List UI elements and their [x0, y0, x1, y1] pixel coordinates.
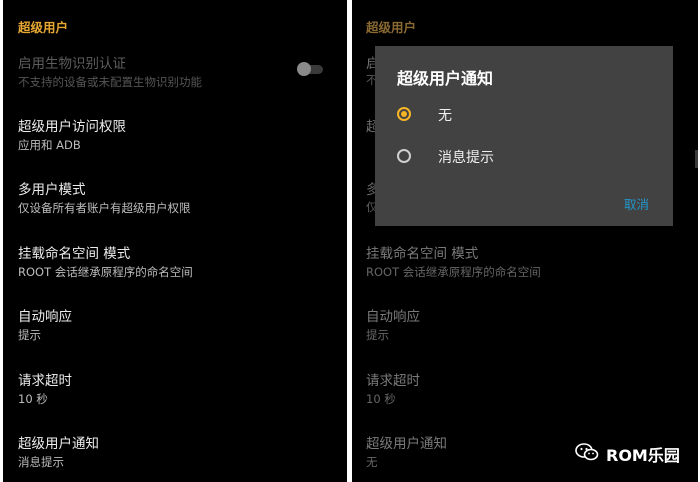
- setting-title: 挂载命名空间 模式: [366, 246, 479, 262]
- dialog-title: 超级用户通知: [397, 69, 494, 88]
- setting-mount-namespace[interactable]: 挂载命名空间 模式 ROOT 会话继承原程序的命名空间: [366, 245, 666, 280]
- scrollbar[interactable]: [695, 150, 698, 168]
- radio-selected-icon: [397, 107, 411, 121]
- setting-auto-response[interactable]: 自动响应 提示: [18, 308, 318, 343]
- radio-unselected-icon: [397, 149, 411, 163]
- setting-title: 多用户模式: [18, 182, 86, 198]
- setting-title: 自动响应: [366, 309, 420, 325]
- setting-mount-namespace[interactable]: 挂载命名空间 模式 ROOT 会话继承原程序的命名空间: [18, 245, 318, 280]
- setting-subtitle: 消息提示: [18, 455, 64, 469]
- setting-subtitle: 应用和 ADB: [18, 138, 81, 152]
- settings-screen-right: 超级用户 启 不 超 多 仅 挂载命名空间 模式 ROOT 会话继承原程序的命名…: [352, 0, 698, 482]
- setting-subtitle: ROOT 会话继承原程序的命名空间: [366, 265, 541, 279]
- wechat-icon: [575, 443, 599, 461]
- setting-request-timeout[interactable]: 请求超时 10 秒: [366, 372, 666, 407]
- option-label: 消息提示: [438, 150, 494, 166]
- setting-subtitle: 提示: [366, 328, 389, 342]
- setting-superuser-notification[interactable]: 超级用户通知 消息提示: [18, 435, 318, 470]
- setting-subtitle: 10 秒: [366, 392, 396, 406]
- option-label: 无: [438, 108, 452, 124]
- setting-title: 挂载命名空间 模式: [18, 246, 131, 262]
- setting-title: 自动响应: [18, 309, 72, 325]
- section-header-superuser: 超级用户: [18, 20, 69, 35]
- setting-superuser-access[interactable]: 超级用户访问权限 应用和 ADB: [18, 118, 318, 153]
- biometric-toggle[interactable]: [297, 62, 325, 76]
- setting-subtitle: 提示: [18, 328, 41, 342]
- setting-title: 请求超时: [366, 373, 420, 389]
- watermark: ROM乐园: [575, 440, 685, 465]
- notification-dialog: 超级用户通知 无 消息提示 取消: [375, 46, 673, 226]
- setting-title: 超级用户通知: [18, 436, 99, 452]
- setting-subtitle: 10 秒: [18, 392, 48, 406]
- setting-biometric-auth[interactable]: 启用生物识别认证 不支持的设备或未配置生物识别功能: [18, 55, 318, 90]
- setting-subtitle: 不支持的设备或未配置生物识别功能: [18, 75, 202, 89]
- option-toast[interactable]: 消息提示: [397, 145, 637, 171]
- setting-title: 启用生物识别认证: [18, 56, 126, 72]
- settings-screen-left: 超级用户 启用生物识别认证 不支持的设备或未配置生物识别功能 超级用户访问权限 …: [3, 0, 347, 482]
- setting-auto-response[interactable]: 自动响应 提示: [366, 308, 666, 343]
- cancel-button[interactable]: 取消: [624, 194, 649, 213]
- setting-subtitle: 仅设备所有者账户有超级用户权限: [18, 201, 191, 215]
- setting-title: 超级用户访问权限: [18, 119, 126, 135]
- watermark-text: ROM乐园: [606, 446, 680, 465]
- setting-subtitle: ROOT 会话继承原程序的命名空间: [18, 265, 193, 279]
- toggle-thumb: [297, 62, 311, 76]
- option-none[interactable]: 无: [397, 103, 637, 129]
- setting-request-timeout[interactable]: 请求超时 10 秒: [18, 372, 318, 407]
- setting-title: 请求超时: [18, 373, 72, 389]
- setting-multiuser-mode[interactable]: 多用户模式 仅设备所有者账户有超级用户权限: [18, 181, 318, 216]
- section-header-superuser: 超级用户: [366, 20, 417, 35]
